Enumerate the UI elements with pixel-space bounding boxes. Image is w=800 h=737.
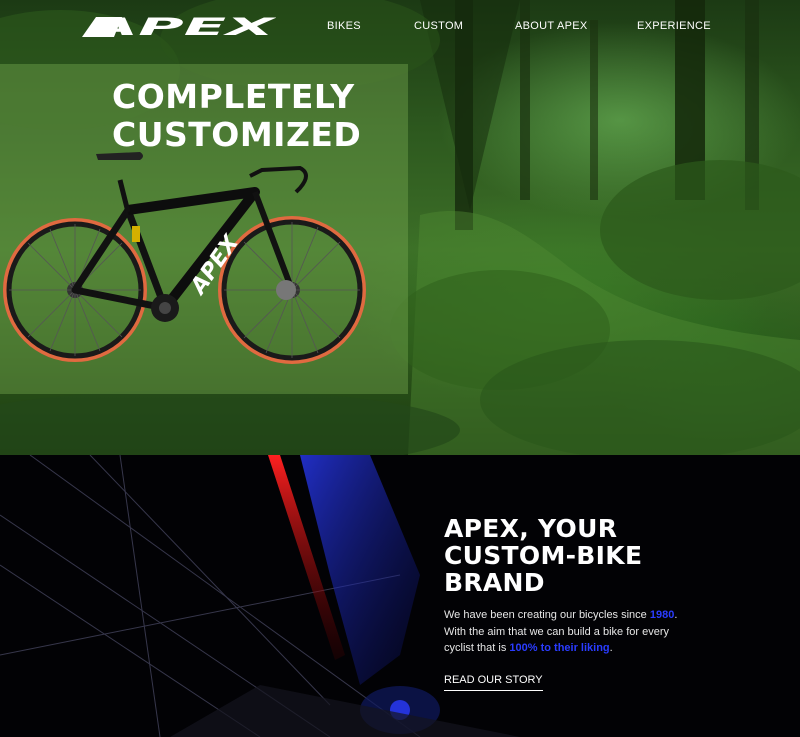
nav-bikes[interactable]: BIKES bbox=[327, 20, 361, 32]
highlight-liking: 100% to their liking bbox=[509, 642, 610, 654]
story-text-part3: . bbox=[609, 642, 613, 654]
story-heading-line1: APEX, YOUR bbox=[444, 514, 618, 543]
story-paragraph: We have been creating our bicycles since… bbox=[444, 607, 684, 657]
story-heading-line2: CUSTOM-BIKE bbox=[444, 541, 643, 570]
hero-section: APEX BIKES CUSTOM ABOUT APEX EXPERIENCE … bbox=[0, 0, 800, 455]
read-our-story-link[interactable]: READ OUR STORY bbox=[444, 674, 543, 691]
story-heading-line3: BRAND bbox=[444, 568, 545, 597]
story-section: APEX, YOUR CUSTOM-BIKE BRAND We have bee… bbox=[0, 455, 800, 737]
nav-experience[interactable]: EXPERIENCE bbox=[637, 20, 711, 32]
bike-closeup-background bbox=[0, 455, 520, 737]
nav-custom[interactable]: CUSTOM bbox=[414, 20, 463, 32]
promo-title-line2: CUSTOMIZED bbox=[112, 115, 362, 154]
nav-about-apex[interactable]: ABOUT APEX bbox=[515, 20, 588, 32]
bike-image: APEX bbox=[3, 152, 366, 364]
svg-text:APEX: APEX bbox=[85, 15, 276, 39]
story-text-part1: We have been creating our bicycles since bbox=[444, 609, 650, 621]
promo-title-line1: COMPLETELY bbox=[112, 77, 355, 116]
story-heading: APEX, YOUR CUSTOM-BIKE BRAND bbox=[444, 515, 774, 596]
bike-frame: APEX bbox=[71, 152, 308, 322]
main-nav: APEX BIKES CUSTOM ABOUT APEX EXPERIENCE bbox=[0, 0, 800, 54]
apex-logo[interactable]: APEX bbox=[82, 15, 276, 39]
highlight-year: 1980 bbox=[649, 609, 675, 621]
promo-title: COMPLETELY CUSTOMIZED bbox=[112, 78, 361, 154]
